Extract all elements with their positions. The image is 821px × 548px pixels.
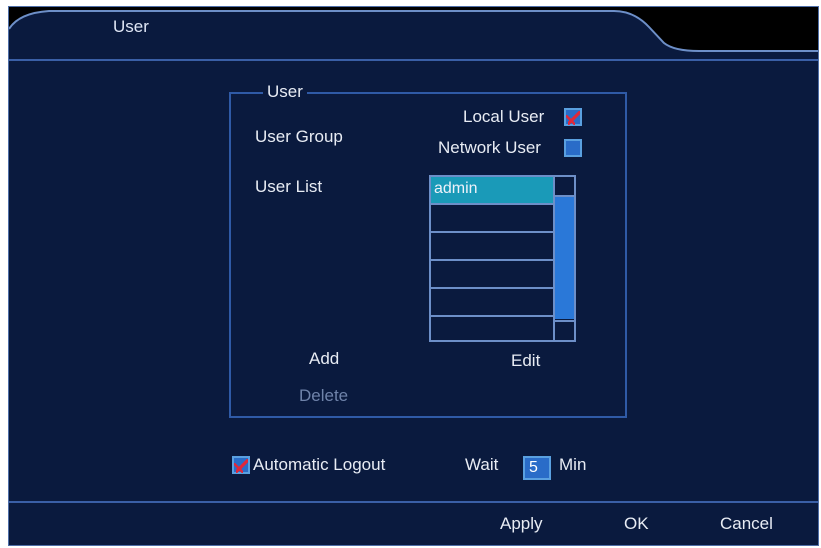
wait-minutes-input[interactable]: 5 xyxy=(523,456,551,480)
minutes-unit-label: Min xyxy=(559,455,587,474)
user-group-label: User Group xyxy=(255,127,343,146)
add-button[interactable]: Add xyxy=(309,349,339,369)
scroll-down-button[interactable] xyxy=(555,320,574,340)
scroll-up-button[interactable] xyxy=(555,177,574,197)
list-item[interactable]: admin xyxy=(431,177,553,205)
delete-button[interactable]: Delete xyxy=(299,386,348,406)
groupbox-title: User xyxy=(263,82,307,102)
list-item[interactable] xyxy=(431,289,553,317)
automatic-logout-checkbox[interactable] xyxy=(232,456,250,474)
list-scrollbar[interactable] xyxy=(553,177,574,340)
local-user-label: Local User xyxy=(463,107,545,126)
local-user-checkbox[interactable] xyxy=(564,108,582,126)
ok-button[interactable]: OK xyxy=(624,514,649,534)
window-title: User xyxy=(113,17,149,36)
list-item[interactable] xyxy=(431,233,553,261)
network-user-checkbox[interactable] xyxy=(564,139,582,157)
cancel-button[interactable]: Cancel xyxy=(720,514,773,534)
list-item[interactable] xyxy=(431,261,553,289)
user-list-label: User List xyxy=(255,177,323,196)
wait-label: Wait xyxy=(465,455,499,474)
footer-divider xyxy=(9,501,818,503)
user-list[interactable]: admin xyxy=(429,175,576,342)
network-user-label: Network User xyxy=(438,138,541,157)
scroll-thumb[interactable] xyxy=(555,197,574,319)
list-item[interactable] xyxy=(431,205,553,233)
edit-button[interactable]: Edit xyxy=(511,351,540,371)
apply-button[interactable]: Apply xyxy=(500,514,543,534)
title-divider xyxy=(9,59,818,61)
automatic-logout-label: Automatic Logout xyxy=(253,455,386,474)
user-dialog: User User User Group Local User Network … xyxy=(8,6,819,546)
